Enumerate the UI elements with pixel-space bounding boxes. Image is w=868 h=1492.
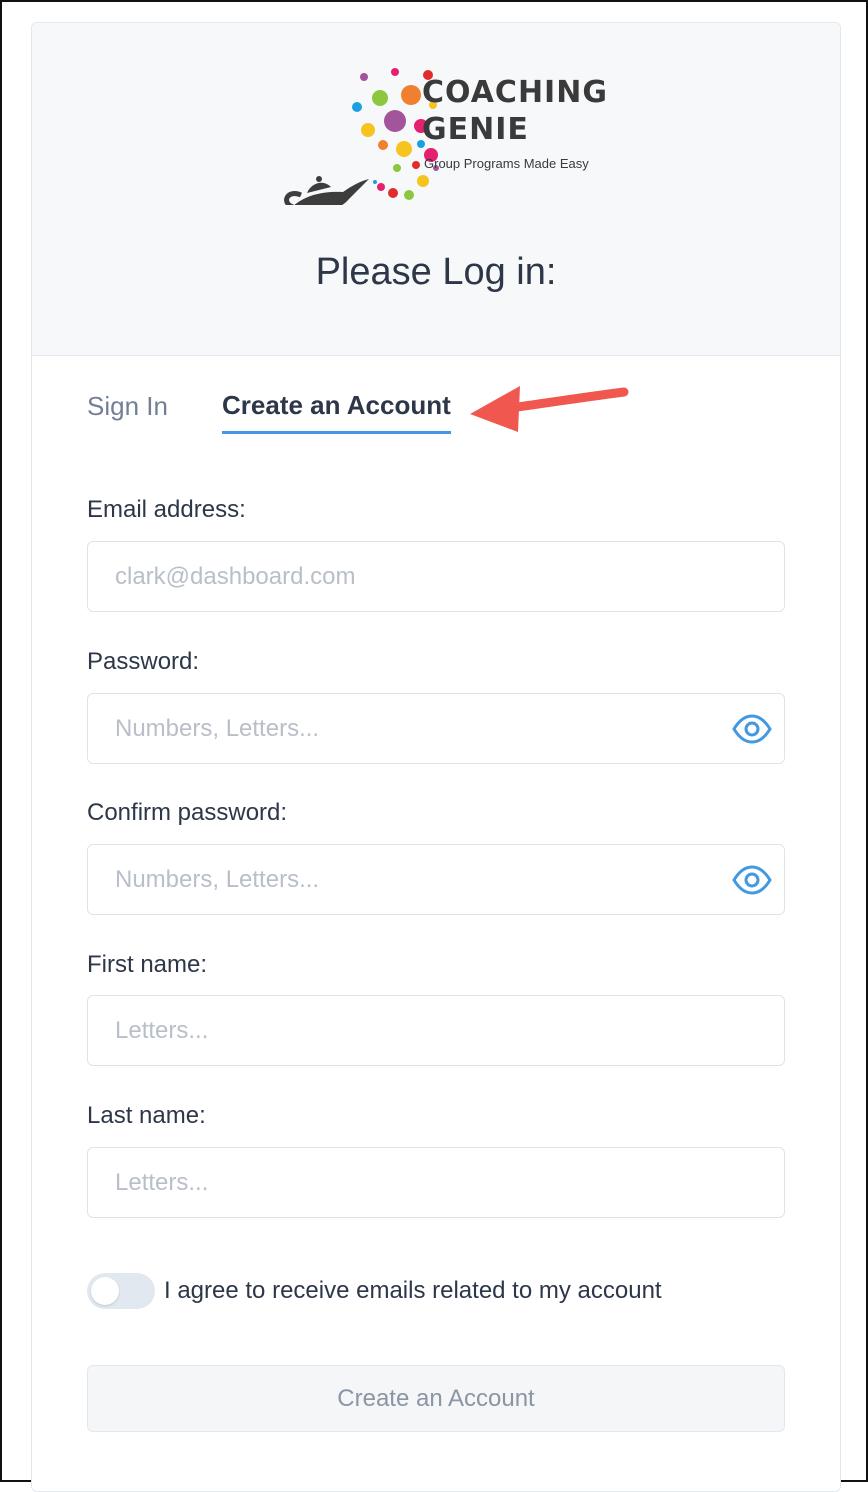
confirm-password-input-wrapper: [87, 844, 785, 915]
brand-name-line1: COACHING: [422, 75, 608, 110]
login-card: COACHING GENIE Group Programs Made Easy …: [31, 22, 841, 1492]
first-name-input[interactable]: [88, 996, 784, 1065]
brand-tagline: Group Programs Made Easy: [424, 156, 589, 171]
confirm-password-input[interactable]: [88, 845, 784, 914]
eye-icon[interactable]: [732, 712, 772, 746]
toggle-knob: [91, 1277, 119, 1305]
password-label: Password:: [87, 648, 200, 675]
tab-create-account[interactable]: Create an Account: [222, 378, 451, 434]
create-account-button[interactable]: Create an Account: [87, 1365, 785, 1432]
last-name-label: Last name:: [87, 1102, 206, 1129]
eye-icon[interactable]: [732, 863, 772, 897]
password-input-wrapper: [87, 693, 785, 764]
email-label: Email address:: [87, 496, 246, 523]
last-name-input-wrapper: [87, 1147, 785, 1218]
first-name-input-wrapper: [87, 995, 785, 1066]
confirm-password-label: Confirm password:: [87, 799, 288, 826]
card-header: COACHING GENIE Group Programs Made Easy …: [32, 23, 840, 356]
tab-sign-in[interactable]: Sign In: [87, 378, 168, 434]
email-consent-toggle[interactable]: [87, 1273, 155, 1309]
email-consent-label: I agree to receive emails related to my …: [164, 1277, 662, 1304]
first-name-label: First name:: [87, 951, 208, 978]
email-input-wrapper: [87, 541, 785, 612]
page-title: Please Log in:: [315, 251, 557, 293]
auth-tabs: Sign In Create an Account: [87, 378, 787, 434]
brand-name-line2: GENIE: [422, 112, 529, 147]
last-name-input[interactable]: [88, 1148, 784, 1217]
email-input[interactable]: [88, 542, 784, 611]
annotation-arrow-icon: [470, 386, 629, 432]
password-input[interactable]: [88, 694, 784, 763]
